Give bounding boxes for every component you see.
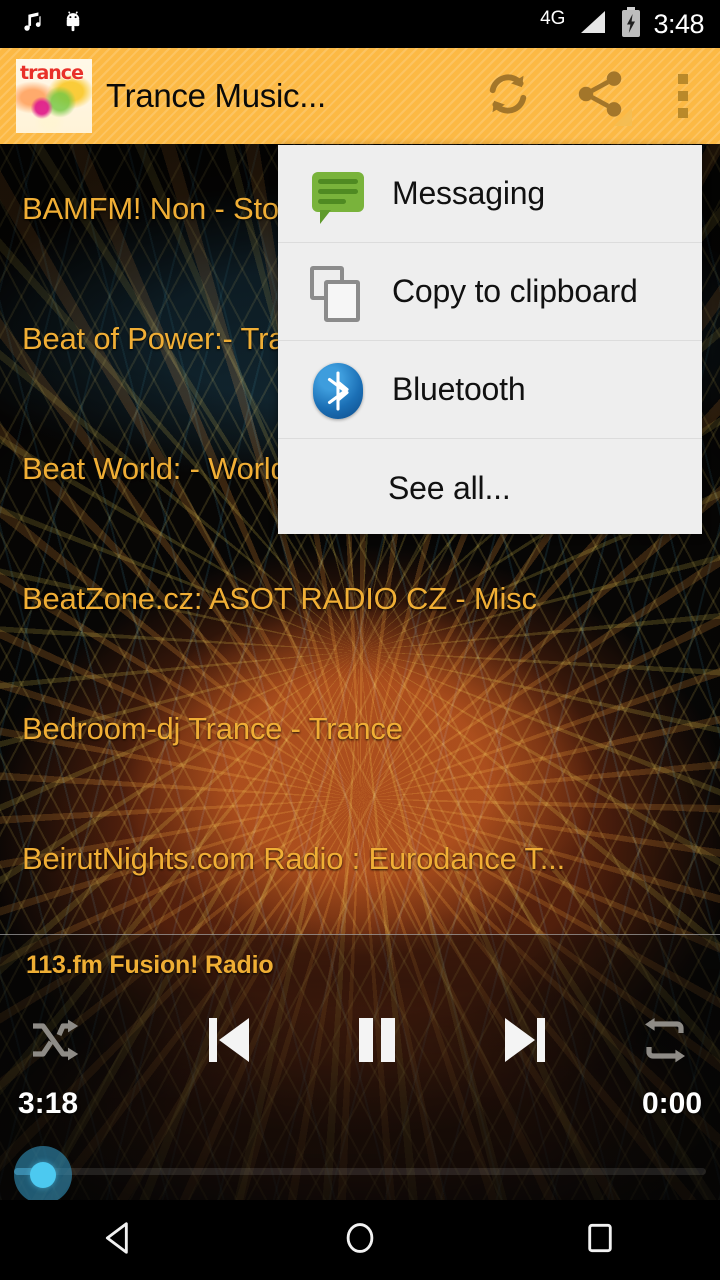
list-item[interactable]: BeirutNights.com Radio : Eurodance T... [0,794,720,924]
bluetooth-icon [310,362,366,419]
messaging-icon [310,166,366,224]
music-note-icon [20,8,46,40]
phone-screen: 4G 3:48 BAMFM! Non - Stop Trance - Tranc… [0,0,720,1280]
refresh-button[interactable] [462,48,554,144]
previous-button[interactable] [198,1007,260,1077]
nav-recents-button[interactable] [540,1200,660,1280]
battery-charging-icon [619,6,643,43]
trance-app-logo-icon: trance [16,59,92,133]
signal-bars-icon [575,7,609,42]
shuffle-icon [29,1017,81,1068]
station-name: BeirutNights.com Radio : Eurodance T... [22,840,566,876]
now-playing-title: 113.fm Fusion! Radio [26,951,274,979]
seek-bar[interactable] [0,1140,720,1204]
share-button[interactable] [554,48,646,144]
pause-icon [351,1012,403,1073]
status-bar-left [0,8,86,40]
menu-item-label: Messaging [392,175,545,211]
android-navigation-bar [0,1200,720,1280]
status-bar: 4G 3:48 [0,0,720,48]
menu-item-bluetooth[interactable]: Bluetooth [278,341,702,439]
menu-item-label: Copy to clipboard [392,273,638,309]
app-bar: trance Trance Music... [0,48,720,144]
clipboard-copy-icon [310,264,366,322]
transport-controls [198,1007,556,1077]
overflow-menu-button[interactable] [646,48,720,144]
list-item[interactable]: Bedroom-dj Trance - Trance [0,664,720,794]
network-type-label: 4G [540,8,566,29]
nav-back-button[interactable] [60,1200,180,1280]
app-logo-word: trance [20,62,84,84]
overflow-menu-icon [678,74,688,118]
back-triangle-icon [101,1219,139,1262]
android-robot-icon [60,8,86,40]
station-name: BeatZone.cz: ASOT RADIO CZ - Misc [22,580,537,616]
menu-item-label: See all... [388,469,511,506]
station-name: Bedroom-dj Trance - Trance [22,710,403,746]
refresh-icon [481,67,535,126]
home-circle-icon [341,1219,379,1262]
player-controls [0,1003,720,1081]
repeat-button[interactable] [610,1003,720,1081]
menu-item-label: Bluetooth [392,371,526,407]
list-item[interactable]: BeatZone.cz: ASOT RADIO CZ - Misc [0,534,720,664]
app-bar-actions [462,48,720,144]
shuffle-button[interactable] [0,1003,110,1081]
play-pause-button[interactable] [346,1007,408,1077]
now-playing-bar: 113.fm Fusion! Radio 3:18 0:00 [0,934,720,1204]
status-bar-clock: 3:48 [653,8,704,39]
page-title: Trance Music... [106,77,326,114]
menu-item-messaging[interactable]: Messaging [278,145,702,243]
menu-item-copy-to-clipboard[interactable]: Copy to clipboard [278,243,702,341]
remaining-time: 0:00 [641,1087,702,1120]
elapsed-time: 3:18 [18,1087,79,1120]
share-dropdown-caret-icon [614,108,632,126]
next-button[interactable] [494,1007,556,1077]
seek-thumb[interactable] [14,1146,72,1204]
seek-track[interactable] [14,1168,706,1175]
menu-item-see-all[interactable]: See all... [278,439,702,537]
skip-previous-icon [203,1012,255,1073]
station-name: Beat World: - World [22,450,288,486]
status-bar-right: 4G 3:48 [540,6,720,43]
share-popup-menu[interactable]: Messaging Copy to clipboard Bluetooth Se… [278,145,702,534]
skip-next-icon [499,1012,551,1073]
recents-square-icon [581,1219,619,1262]
repeat-icon [639,1017,691,1068]
nav-home-button[interactable] [300,1200,420,1280]
